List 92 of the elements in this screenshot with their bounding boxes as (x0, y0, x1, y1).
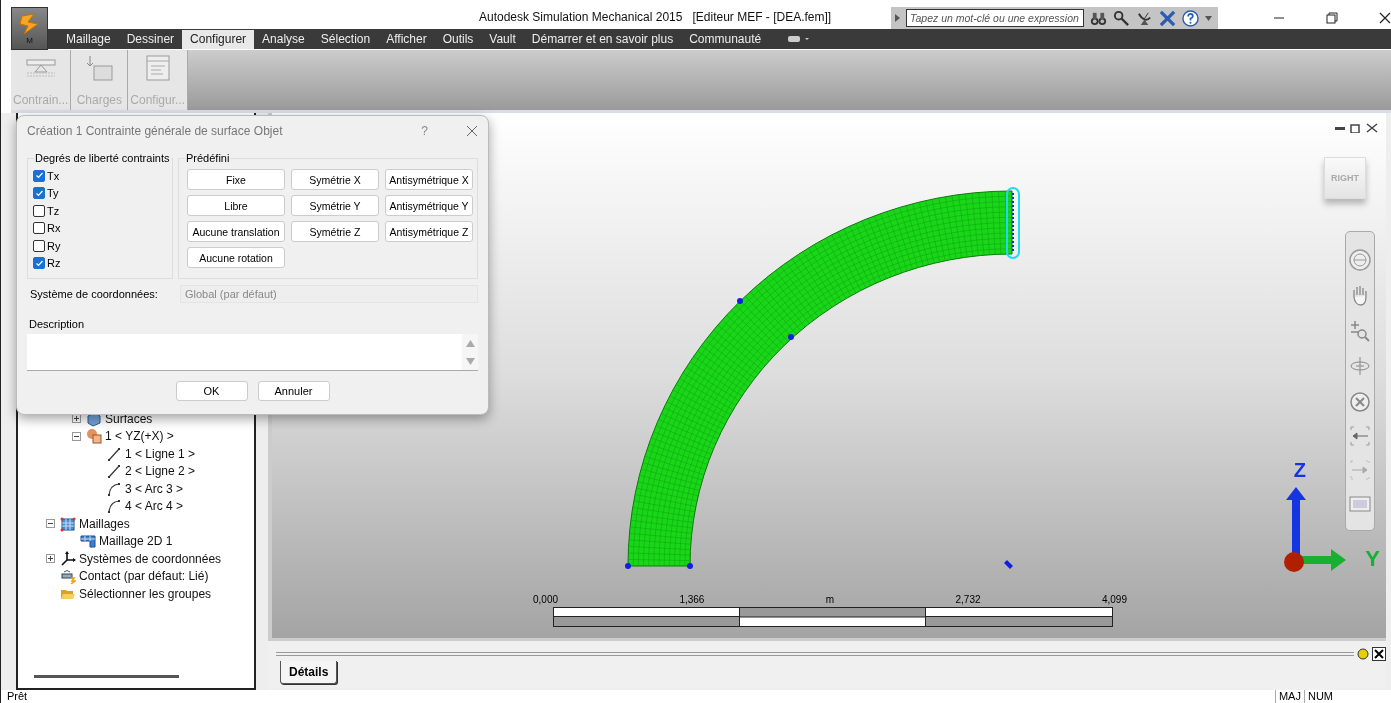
tree-item[interactable]: Sélectionner les groupes (79, 586, 212, 601)
tree-item[interactable]: 4 < Arc 4 > (125, 499, 184, 514)
preset-button[interactable]: Libre (187, 195, 285, 216)
expand-arrow-icon[interactable] (894, 14, 900, 22)
dialog-button[interactable]: Annuler (257, 381, 330, 401)
preset-button[interactable]: Fixe (187, 169, 285, 190)
checkbox-label: Rx (47, 222, 61, 235)
preset-button[interactable]: Aucune translation (187, 221, 285, 242)
search-field[interactable]: Tapez un mot-clé ou une expression (906, 9, 1084, 27)
restore-icon[interactable] (1326, 12, 1338, 24)
scale-label: 0,000 (533, 594, 559, 605)
menu-tab[interactable]: Communauté (681, 30, 770, 49)
node-marker (1004, 560, 1013, 569)
menu-tab[interactable]: Démarrer et en savoir plus (523, 30, 682, 49)
status-text: Prêt (7, 690, 28, 703)
checkbox[interactable] (33, 187, 45, 200)
axis-label: Z (1293, 459, 1306, 482)
collapse-toggle[interactable] (72, 431, 83, 441)
preset-button[interactable]: Symétrie Y (291, 195, 379, 216)
window-title: Autodesk Simulation Mechanical 2015 [Editeur MEF - [DEA.fem]] (479, 10, 832, 24)
preset-button[interactable]: Antisymétrique Z (385, 221, 473, 242)
tree-item[interactable]: 1 < YZ(+X) > (105, 429, 174, 444)
center-icon[interactable] (1348, 389, 1372, 414)
checkbox-label: Ry (47, 239, 61, 252)
field-label: Système de coordonnées: (29, 288, 159, 300)
contact-icon (60, 568, 76, 585)
menu-tab[interactable]: Configurer (182, 30, 255, 49)
checkbox[interactable] (33, 257, 45, 270)
mesh-icon (80, 533, 96, 550)
group-label: Prédéfini (185, 152, 231, 164)
scale-label: 4,099 (1101, 594, 1127, 605)
preset-button[interactable]: Symétrie X (291, 169, 379, 190)
preset-button[interactable]: Antisymétrique Y (385, 195, 473, 216)
help-icon[interactable] (1182, 9, 1199, 27)
panel-tab[interactable]: Détails (280, 661, 338, 684)
arc-icon (106, 480, 122, 497)
checkbox[interactable] (33, 204, 45, 217)
dialog-title: Création 1 Contrainte générale de surface Objet (27, 124, 284, 138)
close-icon[interactable] (1366, 123, 1378, 133)
preset-button[interactable]: Aucune rotation (187, 247, 285, 268)
checkbox-label: Tz (47, 204, 60, 217)
status-indicator: NUM (1303, 690, 1336, 703)
tree-item[interactable]: Surfaces (105, 411, 153, 426)
scale-label: 1,366 (679, 594, 705, 605)
menu-tab[interactable]: Outils (434, 30, 482, 49)
menu-tab[interactable]: Dessiner (118, 30, 183, 49)
restore-icon[interactable] (1350, 123, 1362, 133)
selected-edge[interactable] (1006, 187, 1020, 259)
tree-item[interactable]: Maillage 2D 1 (99, 534, 173, 549)
checkbox[interactable] (33, 169, 45, 182)
collapse-toggle[interactable] (46, 519, 57, 529)
axis-label: Y (1365, 546, 1380, 572)
tree-item[interactable]: Maillages (79, 516, 130, 531)
tree-item[interactable]: Systèmes de coordonnées (79, 551, 222, 566)
checkbox-label: Tx (47, 169, 60, 182)
dialog-button[interactable]: OK (175, 381, 248, 401)
group-label: Degrés de liberté contraints (34, 152, 171, 164)
menu-tab[interactable]: Vault (481, 30, 524, 49)
menu-tab[interactable]: Afficher (378, 30, 435, 49)
field-label: Description (28, 318, 86, 330)
scale-unit: m (825, 594, 835, 605)
line-icon (106, 445, 122, 462)
checkbox[interactable] (33, 222, 45, 235)
zoom-icon[interactable] (1348, 318, 1372, 343)
caret-icon[interactable] (1205, 15, 1212, 21)
part-icon (86, 428, 102, 445)
tree-item[interactable]: 3 < Arc 3 > (125, 481, 184, 496)
preset-button[interactable]: Symétrie Z (291, 221, 379, 242)
menu-tab[interactable]: Analyse (254, 30, 313, 49)
x-logo-icon[interactable] (1159, 9, 1176, 27)
display-toggle-icon[interactable] (787, 34, 812, 44)
scrollbar[interactable] (34, 675, 179, 678)
scale-label: 2,732 (955, 594, 981, 605)
tree-item[interactable]: 1 < Ligne 1 > (125, 446, 196, 461)
checkbox-label: Ty (47, 187, 59, 200)
status-indicator: MAJ (1274, 690, 1304, 703)
checkbox[interactable] (33, 239, 45, 252)
preset-button[interactable]: Antisymétrique X (385, 169, 473, 190)
tree-item[interactable]: 2 < Ligne 2 > (125, 464, 196, 479)
arc-icon (106, 498, 122, 515)
menu-tab[interactable]: Sélection (312, 30, 379, 49)
previous-view-icon[interactable] (1348, 425, 1372, 448)
tree-item[interactable]: Contact (par défaut: Lié) (79, 569, 209, 584)
line-icon (106, 463, 122, 480)
close-icon[interactable] (1372, 647, 1386, 661)
close-icon[interactable] (1379, 12, 1391, 24)
axes-icon (60, 550, 76, 567)
menu-tab[interactable]: Maillage (58, 30, 119, 49)
checkbox-label: Rz (47, 257, 61, 270)
expand-toggle[interactable] (46, 554, 57, 564)
mesh-icon (60, 515, 76, 532)
pin-icon[interactable] (1356, 647, 1370, 661)
